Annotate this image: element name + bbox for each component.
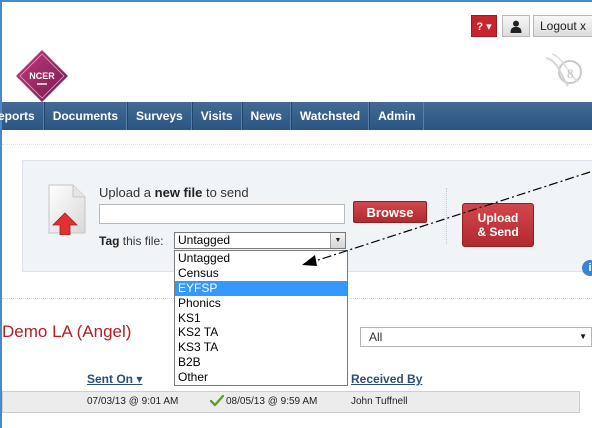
nav-item-documents[interactable]: Documents [43,102,128,130]
filter-select-value: All [369,330,383,344]
nav-item-admin[interactable]: Admin [369,102,425,130]
column-header-sent-on[interactable]: Sent On ▾ [87,372,142,386]
browse-button[interactable]: Browse [353,201,427,223]
user-icon [510,20,522,33]
ncer-logo[interactable]: NCER [14,48,70,104]
nav-item-visits[interactable]: Visits [191,102,242,130]
main-navigation: eports Documents Surveys Visits News Wat… [0,102,592,130]
upload-instruction: Upload a new file to send [99,185,249,200]
upload-and-send-button[interactable]: Upload & Send [462,203,534,247]
nav-item-surveys[interactable]: Surveys [127,102,192,130]
chevron-down-icon[interactable]: ▼ [579,328,587,346]
filter-select[interactable]: All ▼ [360,327,592,347]
tag-file-label: Tag this file: [99,234,164,248]
tag-select[interactable]: Untagged ▼ [174,232,346,249]
window-top-border [0,0,592,2]
section-title: Demo LA (Angel) [2,322,132,341]
svg-text:8: 8 [567,66,574,81]
cell-received-on: 08/05/13 @ 9:59 AM [226,396,318,407]
column-header-received-by[interactable]: Received By [351,372,422,386]
send-button-line1: Upload [477,211,519,225]
nav-item-watchsted[interactable]: Watchsted [290,102,370,130]
dropdown-option-other[interactable]: Other [175,370,347,385]
dropdown-option-ks2-ta[interactable]: KS2 TA [175,325,347,340]
tag-select-value: Untagged [178,233,231,247]
nav-item-reports[interactable]: eports [0,102,44,130]
help-dropdown-button[interactable]: ? ▾ [471,15,497,37]
cell-sent-on: 07/03/13 @ 9:01 AM [87,396,179,407]
dropdown-option-phonics[interactable]: Phonics [175,296,347,311]
checkmark-icon [209,394,225,412]
info-icon[interactable]: i [582,260,592,276]
window-left-border [0,0,2,428]
chevron-down-icon[interactable]: ▼ [330,233,345,248]
dropdown-option-eyfsp[interactable]: EYFSP [175,280,347,296]
decorative-emblem-icon: 8 [538,48,588,94]
logo-text: NCER [29,71,55,81]
dropdown-option-untagged[interactable]: Untagged [175,251,347,266]
user-profile-button[interactable] [502,15,530,37]
dropdown-option-b2b[interactable]: B2B [175,355,347,370]
dropdown-option-census[interactable]: Census [175,266,347,281]
nav-item-news[interactable]: News [241,102,291,130]
dropdown-option-ks3-ta[interactable]: KS3 TA [175,340,347,355]
file-path-input[interactable] [99,204,345,224]
dropdown-option-ks1[interactable]: KS1 [175,311,347,326]
divider [2,144,592,145]
logout-button[interactable]: Logout x [533,15,592,37]
cell-received-by: John Tuffnell [351,396,408,407]
send-button-line2: & Send [477,225,519,239]
upload-file-icon [47,183,89,236]
tag-dropdown-list: Untagged Census EYFSP Phonics KS1 KS2 TA… [174,250,348,386]
panel-divider [446,188,447,244]
